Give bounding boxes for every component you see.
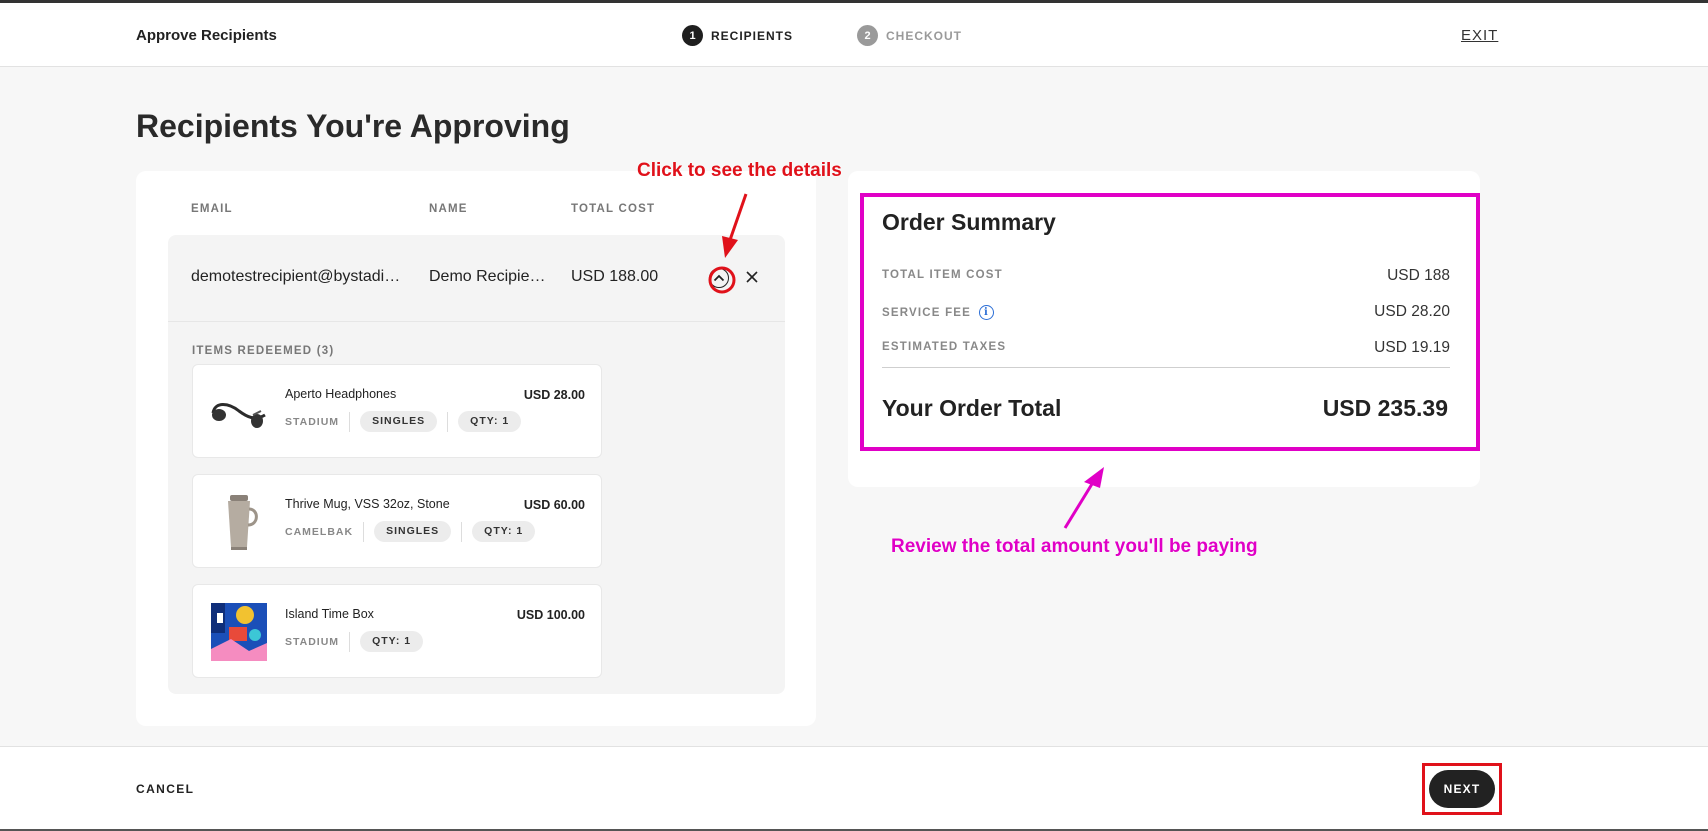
step-number: 2	[857, 25, 879, 46]
recipients-card: EMAIL NAME TOTAL COST demotestrecipient@…	[136, 171, 816, 726]
column-header-total-cost: TOTAL COST	[571, 203, 656, 215]
recipient-row-expanded: demotestrecipient@bystadi… Demo Recipie……	[168, 235, 785, 694]
item-name: Aperto Headphones	[285, 387, 397, 401]
item-brand: STADIUM	[285, 411, 351, 432]
recipient-row[interactable]: demotestrecipient@bystadi… Demo Recipie……	[168, 235, 785, 322]
header-bar: Approve Recipients 1 RECIPIENTS 2 CHECKO…	[0, 3, 1708, 67]
item-brand: STADIUM	[285, 631, 351, 652]
summary-row-item-cost: TOTAL ITEM COST USD 188	[882, 267, 1450, 287]
summary-label-wrap: SERVICE FEE i	[882, 305, 995, 320]
recipient-email: demotestrecipient@bystadi…	[191, 268, 401, 285]
summary-row-taxes: ESTIMATED TAXES USD 19.19	[882, 339, 1450, 359]
summary-row-service-fee: SERVICE FEE i USD 28.20	[882, 303, 1450, 323]
step-number: 1	[682, 25, 703, 46]
summary-label: TOTAL ITEM COST	[882, 269, 1003, 281]
divider	[882, 367, 1450, 368]
close-icon	[746, 271, 758, 283]
item-price: USD 100.00	[516, 608, 585, 622]
item-name: Thrive Mug, VSS 32oz, Stone	[285, 497, 450, 511]
item-qty: QTY: 1	[472, 521, 536, 542]
summary-value: USD 188	[1387, 267, 1450, 284]
headphones-icon	[209, 381, 269, 443]
items-redeemed-label: ITEMS REDEEMED (3)	[192, 345, 335, 357]
recipient-total-cost: USD 188.00	[571, 268, 659, 285]
recipient-name: Demo Recipie…	[429, 268, 546, 285]
order-total-value: USD 235.39	[1322, 395, 1448, 421]
annotation-total-hint: Review the total amount you'll be paying	[891, 536, 1258, 557]
column-header-email: EMAIL	[191, 203, 233, 215]
page-title: Recipients You're Approving	[136, 108, 570, 144]
item-name: Island Time Box	[285, 607, 374, 621]
collapse-details-button[interactable]	[709, 268, 729, 288]
remove-recipient-button[interactable]	[742, 267, 762, 287]
annotation-highlight-box: NEXT	[1422, 763, 1502, 815]
summary-label: ESTIMATED TAXES	[882, 341, 1007, 353]
column-header-name: NAME	[429, 203, 468, 215]
step-checkout: 2 CHECKOUT	[857, 25, 962, 46]
summary-label: SERVICE FEE	[882, 306, 972, 319]
summary-value: USD 28.20	[1374, 303, 1450, 320]
chevron-up-icon	[713, 274, 725, 282]
item-meta: CAMELBAK SINGLES QTY: 1	[285, 521, 536, 542]
summary-value: USD 19.19	[1374, 339, 1450, 356]
footer-bar: CANCEL NEXT	[0, 746, 1708, 831]
next-button[interactable]: NEXT	[1429, 770, 1495, 808]
divider	[461, 521, 463, 542]
gift-box-icon	[209, 601, 269, 663]
redeemed-item: Thrive Mug, VSS 32oz, Stone USD 60.00 CA…	[192, 474, 602, 568]
mug-icon	[209, 491, 269, 553]
step-label: CHECKOUT	[886, 28, 963, 43]
cancel-button[interactable]: CANCEL	[136, 782, 194, 796]
item-qty: QTY: 1	[458, 411, 522, 432]
order-summary-card: Order Summary TOTAL ITEM COST USD 188 SE…	[848, 171, 1480, 487]
order-total-label: Your Order Total	[882, 395, 1062, 421]
redeemed-item: Island Time Box USD 100.00 STADIUM QTY: …	[192, 584, 602, 678]
item-brand: CAMELBAK	[285, 521, 365, 542]
item-price: USD 60.00	[523, 498, 585, 512]
item-price: USD 28.00	[523, 388, 585, 402]
item-qty: QTY: 1	[360, 631, 424, 652]
stepper: 1 RECIPIENTS 2 CHECKOUT	[682, 25, 1026, 46]
exit-link[interactable]: EXIT	[1461, 27, 1498, 44]
item-meta: STADIUM SINGLES QTY: 1	[285, 411, 522, 432]
step-recipients: 1 RECIPIENTS	[682, 25, 793, 46]
order-summary-title: Order Summary	[882, 209, 1056, 235]
step-label: RECIPIENTS	[711, 28, 794, 43]
item-meta: STADIUM QTY: 1	[285, 631, 424, 652]
annotation-highlight-box: Order Summary TOTAL ITEM COST USD 188 SE…	[860, 193, 1480, 451]
redeemed-item: Aperto Headphones USD 28.00 STADIUM SING…	[192, 364, 602, 458]
header-title: Approve Recipients	[136, 27, 277, 44]
annotation-details-hint: Click to see the details	[637, 160, 842, 181]
item-tag: SINGLES	[374, 521, 452, 542]
item-tag: SINGLES	[360, 411, 438, 432]
divider	[447, 411, 449, 432]
info-icon[interactable]: i	[979, 305, 995, 320]
